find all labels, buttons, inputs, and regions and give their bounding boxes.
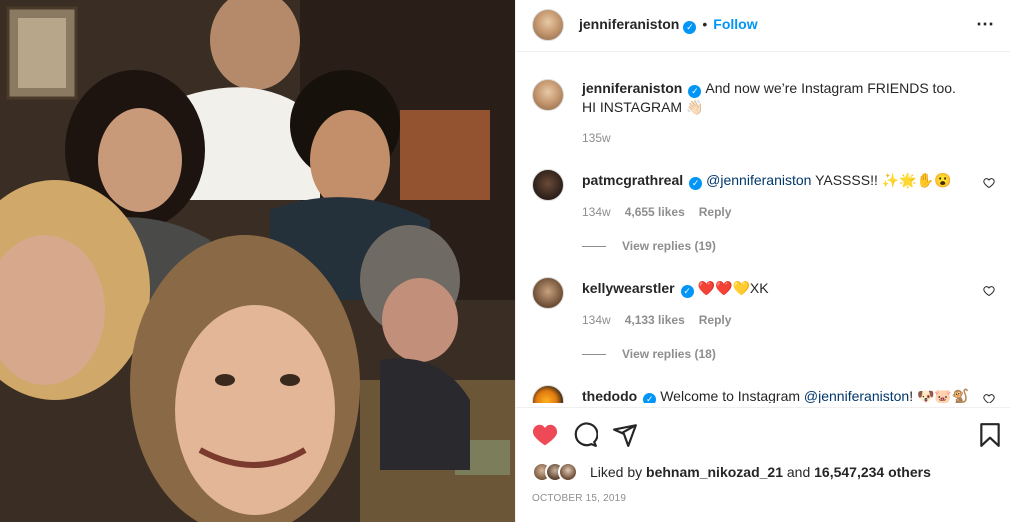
comment-mention[interactable]: @jenniferaniston bbox=[804, 388, 909, 403]
comment-username[interactable]: thedodo bbox=[582, 388, 637, 403]
share-send-icon[interactable] bbox=[612, 422, 638, 448]
post-photo[interactable] bbox=[0, 0, 515, 522]
likes-text: Liked by behnam_nikozad_21 and 16,547,23… bbox=[590, 464, 931, 480]
view-replies-button[interactable]: View replies (18) bbox=[582, 347, 716, 361]
likes-connector: and bbox=[782, 464, 815, 480]
likes-prefix: Liked by bbox=[590, 464, 647, 480]
comment-text: YASSSS!! ✨🌟✋😮 bbox=[811, 172, 952, 188]
comment-bubble-icon[interactable] bbox=[572, 422, 598, 448]
comment-text-block: kellywearstler ✓ ❤️❤️💛XK bbox=[582, 279, 972, 298]
verified-badge-icon: ✓ bbox=[683, 21, 697, 34]
save-bookmark-icon[interactable] bbox=[977, 422, 1003, 448]
author-avatar[interactable] bbox=[532, 9, 564, 41]
comment-text-block: thedodo ✓ Welcome to Instagram @jenniferan… bbox=[582, 387, 972, 403]
like-comment-heart-icon[interactable] bbox=[983, 285, 995, 297]
comment-meta: 134w 4,133 likes Reply bbox=[582, 313, 745, 327]
follow-button[interactable]: Follow bbox=[713, 16, 757, 32]
verified-badge-icon: ✓ bbox=[680, 285, 694, 298]
post-header: jenniferaniston ✓ • Follow ⋯ bbox=[516, 0, 1010, 52]
verified-badge-icon: ✓ bbox=[689, 177, 703, 190]
like-comment-heart-icon[interactable] bbox=[983, 393, 995, 403]
liked-by-username[interactable]: behnam_nikozad_21 bbox=[646, 464, 783, 480]
comment-text: ❤️❤️💛XK bbox=[697, 280, 769, 296]
comment-username[interactable]: kellywearstler bbox=[582, 280, 675, 296]
more-options-icon[interactable]: ⋯ bbox=[976, 14, 995, 35]
likes-count[interactable]: 16,547,234 others bbox=[814, 464, 931, 480]
comment-mention[interactable]: @jenniferaniston bbox=[706, 172, 811, 188]
comment-time[interactable]: 134w bbox=[582, 205, 611, 219]
comment-likes[interactable]: 4,133 likes bbox=[625, 313, 685, 327]
post-photo-illustration bbox=[0, 0, 515, 522]
post-details-panel: jenniferaniston ✓ • Follow ⋯ jenniferanisto… bbox=[515, 0, 1010, 522]
verified-badge-icon: ✓ bbox=[643, 393, 657, 403]
comments-list[interactable]: jenniferaniston ✓ And now we’re Instagram … bbox=[516, 53, 1010, 403]
comment-avatar[interactable] bbox=[532, 277, 564, 309]
view-replies-label: View replies (19) bbox=[622, 239, 716, 253]
like-comment-heart-icon[interactable] bbox=[983, 177, 995, 189]
likes-summary: Liked by behnam_nikozad_21 and 16,547,23… bbox=[532, 462, 995, 484]
author-username[interactable]: jenniferaniston bbox=[579, 16, 679, 32]
view-replies-line bbox=[582, 354, 606, 356]
view-replies-button[interactable]: View replies (19) bbox=[582, 239, 716, 253]
comment-text-block: patmcgrathreal ✓ @jenniferaniston YASSSS!!… bbox=[582, 171, 972, 190]
comment-time[interactable]: 134w bbox=[582, 313, 611, 327]
comment-meta: 134w 4,655 likes Reply bbox=[582, 205, 745, 219]
comment-likes[interactable]: 4,655 likes bbox=[625, 205, 685, 219]
view-replies-line bbox=[582, 246, 606, 248]
liker-avatar[interactable] bbox=[558, 462, 578, 482]
reply-button[interactable]: Reply bbox=[699, 313, 732, 327]
caption-meta: 135w bbox=[582, 131, 625, 145]
caption-author-avatar[interactable] bbox=[532, 79, 564, 111]
verified-badge-icon: ✓ bbox=[688, 85, 702, 98]
comment-text: Welcome to Instagram bbox=[660, 388, 804, 403]
post-actions-bar bbox=[516, 407, 1010, 453]
caption-time[interactable]: 135w bbox=[582, 131, 611, 145]
reply-button[interactable]: Reply bbox=[699, 205, 732, 219]
post-date[interactable]: OCTOBER 15, 2019 bbox=[532, 493, 626, 504]
view-replies-label: View replies (18) bbox=[622, 347, 716, 361]
caption-text-block: jenniferaniston ✓ And now we’re Instagram … bbox=[582, 79, 972, 116]
comment-avatar[interactable] bbox=[532, 385, 564, 403]
caption-username[interactable]: jenniferaniston bbox=[582, 80, 682, 96]
comment-avatar[interactable] bbox=[532, 169, 564, 201]
like-heart-icon[interactable] bbox=[532, 422, 558, 448]
comment-username[interactable]: patmcgrathreal bbox=[582, 172, 683, 188]
author-info: jenniferaniston ✓ • Follow bbox=[579, 16, 758, 34]
separator-dot: • bbox=[702, 16, 708, 32]
